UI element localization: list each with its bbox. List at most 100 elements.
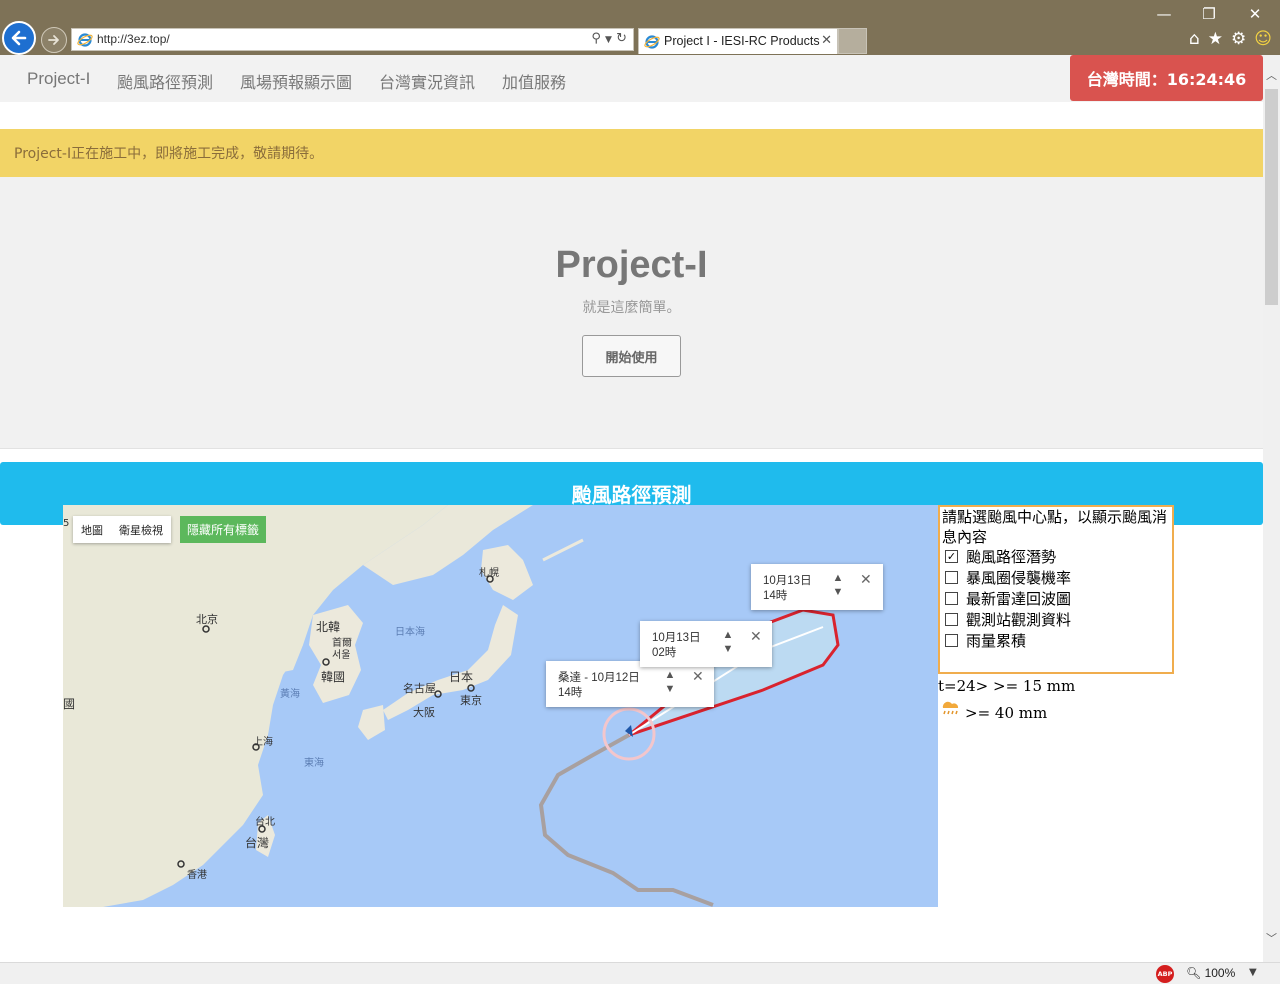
refresh-icon[interactable]: ↻: [616, 31, 627, 46]
map-label-japan-sea: 日本海: [395, 627, 425, 638]
tab-project-i[interactable]: Project I - IESI-RC Products ✕: [638, 28, 838, 54]
hide-labels-button[interactable]: 隱藏所有標籤: [180, 516, 267, 543]
checkbox-icon[interactable]: [945, 571, 958, 584]
popup-line2: 14時: [558, 687, 583, 699]
hero-section: Project-I 就是這麼簡單。 開始使用: [0, 177, 1263, 449]
popup-line1: 10月13日: [763, 575, 812, 587]
popup-close-icon[interactable]: ✕: [750, 628, 762, 645]
option-label: 颱風路徑潛勢: [966, 548, 1057, 566]
map-label-taipei: 台北: [255, 817, 275, 828]
start-button[interactable]: 開始使用: [582, 335, 681, 377]
map-type-map[interactable]: 地圖: [73, 522, 111, 538]
address-tools: ⚲ ▼ ↻: [591, 31, 627, 46]
scroll-up-icon[interactable]: ︿: [1263, 67, 1280, 83]
popup-text: 桑達 - 10月12日 14時: [558, 671, 640, 701]
back-button[interactable]: [2, 21, 36, 55]
map-label-south-korea: 韓國: [321, 670, 346, 684]
dropdown-icon[interactable]: ▼: [605, 35, 612, 45]
ie-logo-icon: [644, 35, 660, 49]
map-label-yellow-sea: 黃海: [280, 689, 300, 700]
map-label-shanghai: 上海: [253, 737, 273, 748]
map-label-seoul: 서울: [332, 650, 351, 661]
taiwan-clock: 台灣時間：16:24:46: [1070, 55, 1263, 101]
adblock-icon[interactable]: ABP: [1156, 965, 1174, 983]
checkbox-icon[interactable]: [945, 613, 958, 626]
forecast-popup-oct12-14[interactable]: 桑達 - 10月12日 14時 ▲ ▼ ✕: [546, 661, 714, 707]
address-bar[interactable]: http://3ez.top/ ⚲ ▼ ↻: [71, 28, 634, 51]
popup-spinner-icon[interactable]: ▲ ▼: [831, 571, 845, 599]
search-icon[interactable]: ⚲: [591, 31, 601, 46]
status-bar: ABP 🔍︎ 100% ▼: [0, 962, 1280, 984]
option-rainfall[interactable]: 雨量累積: [945, 630, 1026, 651]
rain-cloud-icon: [942, 701, 959, 715]
restore-button[interactable]: ❐: [1194, 4, 1224, 24]
hero-title: Project-I: [555, 244, 708, 286]
scroll-down-icon[interactable]: ﹀: [1263, 930, 1280, 946]
option-label: 觀測站觀測資料: [966, 611, 1072, 629]
navbar-brand[interactable]: Project-I: [27, 69, 90, 89]
map-label-country-edge: 國: [63, 697, 76, 711]
page-scrollbar[interactable]: ︿ ﹀: [1263, 55, 1280, 962]
home-icon[interactable]: ⌂: [1189, 29, 1200, 49]
map-label-east-sea: 東海: [304, 758, 324, 769]
favorites-star-icon[interactable]: ★: [1208, 29, 1223, 49]
browser-toolbar: ⌂ ★ ⚙ ☺: [1189, 29, 1272, 49]
land-kurils: [542, 538, 584, 562]
nav-wind-forecast[interactable]: 風場預報顯示圖: [240, 69, 352, 93]
nav-typhoon-track[interactable]: 颱風路徑預測: [117, 69, 213, 93]
zoom-dropdown-icon[interactable]: ▼: [1249, 967, 1257, 978]
popup-spinner-icon[interactable]: ▲ ▼: [663, 668, 677, 696]
checkbox-checked-icon[interactable]: ✓: [945, 550, 958, 563]
map-label-beijing: 北京: [196, 613, 218, 626]
popup-text: 10月13日 14時: [763, 574, 812, 604]
option-station-data[interactable]: 觀測站觀測資料: [945, 609, 1071, 630]
map-type-satellite[interactable]: 衛星檢視: [111, 522, 171, 538]
option-label: 雨量累積: [966, 632, 1027, 650]
typhoon-map[interactable]: 地圖 衛星檢視 隱藏所有標籤 5 北京 北韓 首爾 서울 韓國 日本 名古屋 東…: [63, 505, 938, 907]
nav-taiwan-live[interactable]: 台灣實況資訊: [379, 69, 475, 93]
map-label-tokyo: 東京: [460, 694, 482, 707]
map-label-hongkong: 香港: [187, 870, 207, 881]
forward-button[interactable]: [41, 27, 67, 53]
popup-text: 10月13日 02時: [652, 631, 701, 661]
nav-value-added[interactable]: 加值服務: [502, 69, 566, 93]
option-track-potential[interactable]: ✓ 颱風路徑潛勢: [945, 546, 1056, 567]
minimize-button[interactable]: —: [1149, 4, 1179, 24]
zoom-level[interactable]: 🔍︎ 100%: [1186, 966, 1235, 980]
map-label-taiwan: 台灣: [245, 836, 270, 850]
arrow-left-icon: [11, 30, 27, 46]
forecast-popup-oct13-14[interactable]: 10月13日 14時 ▲ ▼ ✕: [751, 564, 883, 610]
close-window-button[interactable]: ✕: [1240, 4, 1270, 24]
top-navbar: Project-I 颱風路徑預測 風場預報顯示圖 台灣實況資訊 加值服務 台灣時…: [0, 55, 1263, 102]
popup-line2: 02時: [652, 647, 677, 659]
forecast-popup-oct13-02[interactable]: 10月13日 02時 ▲ ▼ ✕: [640, 621, 772, 667]
construction-alert: Project-I正在施工中，即將施工完成，敬請期待。: [0, 129, 1263, 177]
legend-rain-40mm: >= 40 mm: [965, 704, 1048, 722]
map-label-osaka: 大阪: [413, 706, 435, 719]
popup-spinner-icon[interactable]: ▲ ▼: [721, 628, 735, 656]
ie-logo-icon: [77, 33, 93, 47]
option-storm-probability[interactable]: 暴風圈侵襲機率: [945, 567, 1071, 588]
zoom-icon: 🔍︎: [1186, 966, 1202, 980]
option-radar[interactable]: 最新雷達回波圖: [945, 588, 1071, 609]
zoom-value: 100%: [1204, 966, 1236, 980]
new-tab-button[interactable]: [838, 28, 867, 54]
layer-options-panel: 請點選颱風中心點，以顯示颱風消息內容 ✓ 颱風路徑潛勢 暴風圈侵襲機率 最新雷達…: [938, 505, 1174, 674]
option-label: 暴風圈侵襲機率: [966, 569, 1072, 587]
checkbox-icon[interactable]: [945, 634, 958, 647]
past-track: [538, 733, 714, 907]
tab-close-icon[interactable]: ✕: [821, 33, 832, 48]
url-text: http://3ez.top/: [97, 32, 170, 46]
map-label-nagoya: 名古屋: [403, 682, 436, 695]
popup-close-icon[interactable]: ✕: [692, 668, 704, 685]
hero-subtitle: 就是這麼簡單。: [582, 300, 681, 316]
arrow-right-icon: [48, 35, 59, 45]
map-label-edge: 5: [63, 518, 70, 529]
smiley-feedback-icon[interactable]: ☺: [1254, 29, 1272, 49]
scroll-thumb[interactable]: [1265, 89, 1278, 305]
checkbox-icon[interactable]: [945, 592, 958, 605]
settings-gear-icon[interactable]: ⚙: [1231, 29, 1246, 49]
tab-title: Project I - IESI-RC Products: [664, 34, 820, 48]
popup-close-icon[interactable]: ✕: [860, 571, 872, 588]
popup-line2: 14時: [763, 590, 788, 602]
